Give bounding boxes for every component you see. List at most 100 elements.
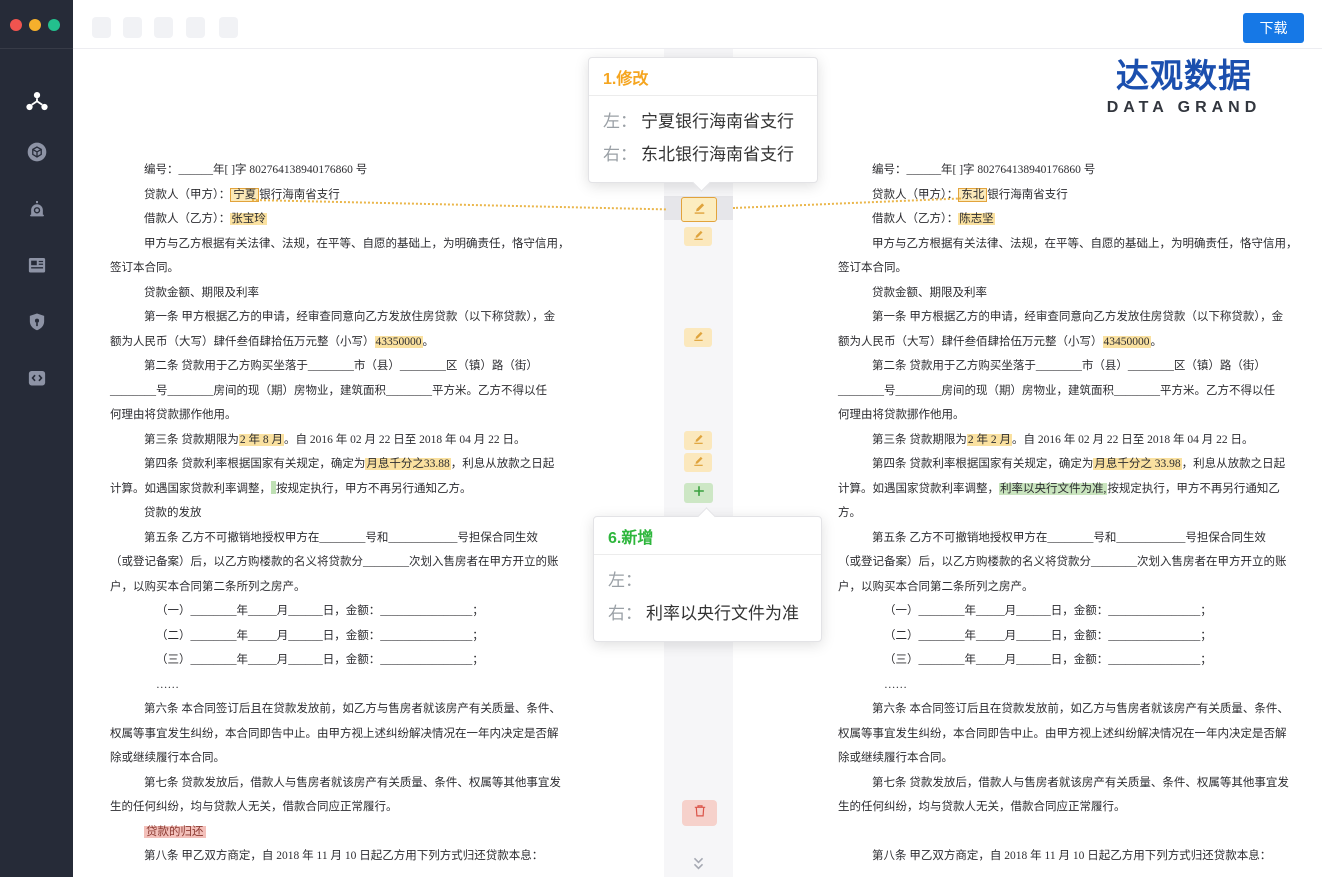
toolbar-placeholder [92, 17, 111, 38]
diff-highlight-delete[interactable]: 贷款的归还 [144, 826, 206, 838]
doc-line: 户，以购买本合同第二条所列之房产。 [838, 575, 1304, 600]
doc-line: 除或继续履行本合同。 [838, 746, 1304, 771]
doc-line: 贷款的发放 [110, 501, 570, 526]
doc-line: 第四条 贷款利率根据国家有关规定，确定为月息千分之33.88，利息从放款之日起 [110, 452, 570, 477]
doc-text: 。 [423, 336, 435, 348]
doc-text: 贷款人（甲方）： [144, 189, 230, 201]
doc-line: 贷款金额、期限及利率 [110, 281, 570, 306]
chevrons-down-icon [690, 858, 707, 875]
doc-line: 权属等事宜发生纠纷，本合同即告中止。由甲方视上述纠纷解决情况在一年内决定是否解 [110, 722, 570, 747]
doc-line: 贷款金额、期限及利率 [838, 281, 1304, 306]
diff-highlight-modify[interactable]: 陈志坚 [958, 213, 995, 225]
graph-network-icon [22, 87, 52, 122]
doc-line: 签订本合同。 [110, 256, 570, 281]
plus-icon [692, 484, 706, 503]
doc-line: 第五条 乙方不可撤销地授权甲方在________号和____________号担… [838, 526, 1304, 551]
tooltip-right-line: 右：东北银行海南省支行 [603, 138, 803, 171]
doc-line: 计算。如遇国家贷款利率调整， 按规定执行，甲方不再另行通知乙方。 [110, 477, 570, 502]
sidebar-item-developer[interactable] [0, 365, 73, 396]
doc-line: ________号________房间的现（期）房物业，建筑面积________… [110, 379, 570, 404]
doc-line: 第八条 甲乙双方商定，自 2018 年 11 月 10 日起乙方用下列方式归还贷… [110, 844, 570, 869]
diff-highlight-modify[interactable]: 2 年 2 月 [967, 434, 1012, 446]
diff-highlight-modify[interactable]: 张宝玲 [230, 213, 267, 225]
doc-line: （三）________年_____月______日，金额：___________… [838, 648, 1304, 673]
doc-line: （二）________年_____月______日，金额：___________… [838, 624, 1304, 649]
sidebar-item-news[interactable] [0, 252, 73, 283]
doc-line: （一）________年_____月______日，金额：___________… [110, 599, 570, 624]
doc-line: 第三条 贷款期限为2 年 2 月。自 2016 年 02 月 22 日至 201… [838, 428, 1304, 453]
doc-line: 编号：______年[ ]字 802764138940176860 号 [110, 158, 570, 183]
doc-text: 计算。如遇国家贷款利率调整， [110, 483, 271, 495]
diff-highlight-modify[interactable]: 43350000 [375, 336, 423, 348]
doc-line-blank [838, 820, 1304, 845]
sidebar [0, 0, 73, 877]
diff-5-modify-button[interactable] [684, 453, 712, 472]
doc-line: 生的任何纠纷，均与贷款人无关，借款合同应正常履行。 [838, 795, 1304, 820]
cube-circle-icon [24, 139, 50, 170]
diff-highlight-modify[interactable]: 月息千分之 33.98 [1093, 458, 1181, 470]
doc-line: 权属等事宜发生纠纷，本合同即告中止。由甲方视上述纠纷解决情况在一年内决定是否解 [838, 722, 1304, 747]
diff-highlight-insert[interactable]: 利率以央行文件为准, [999, 483, 1107, 495]
diff-highlight-modify[interactable]: 2 年 8 月 [239, 434, 284, 446]
diff-2-modify-button[interactable] [684, 227, 712, 246]
doc-text: 额为人民币（大写）肆仟叁佰肆拾伍万元整（小写） [110, 336, 375, 348]
pencil-icon [692, 228, 705, 246]
trash-icon [692, 803, 708, 824]
doc-text: 按规定执行，甲方不再另行通知乙方。 [276, 483, 472, 495]
right-label: 右： [603, 145, 637, 164]
diff-highlight-modify-selected[interactable]: 东北 [958, 188, 987, 202]
sidebar-item-cube-circle[interactable] [0, 139, 73, 170]
diff-tooltip-insert: 6.新增 左： 右：利率以央行文件为准 [593, 516, 822, 642]
toolbar-placeholder [186, 17, 205, 38]
minimize-window-button[interactable] [29, 19, 41, 31]
topbar: 下载 [73, 0, 1322, 49]
doc-text: 按规定执行，甲方不再另行通知乙 [1107, 483, 1280, 495]
download-button[interactable]: 下载 [1243, 13, 1304, 43]
sidebar-item-graph-network[interactable] [0, 87, 73, 122]
diff-tooltip-modify: 1.修改 左：宁夏银行海南省支行 右：东北银行海南省支行 [588, 57, 818, 183]
diff-6-insert-button[interactable] [684, 483, 713, 503]
shield-key-icon [24, 309, 50, 340]
left-document-pane: 编号：______年[ ]字 802764138940176860 号 贷款人（… [110, 158, 570, 869]
doc-line: 第五条 乙方不可撤销地授权甲方在________号和____________号担… [110, 526, 570, 551]
doc-line: 第一条 甲方根据乙方的申请，经审查同意向乙方发放住房贷款（以下称贷款），金 [838, 305, 1304, 330]
doc-line: ________号________房间的现（期）房物业，建筑面积________… [838, 379, 1304, 404]
brand-logo-cn: 达观数据 [1100, 56, 1268, 96]
brand-logo: 达观数据 DATA GRAND [1100, 56, 1268, 117]
right-label: 右： [608, 604, 642, 623]
window-controls [0, 0, 73, 49]
diff-7-delete-button[interactable] [682, 800, 717, 826]
doc-text: 。自 2016 年 02 月 22 日至 2018 年 04 月 22 日。 [284, 434, 526, 446]
doc-text: ，利息从放款之日起 [451, 458, 555, 470]
doc-line: 甲方与乙方根据有关法律、法规，在平等、自愿的基础上，为明确责任，恪守信用， [110, 232, 570, 257]
doc-line: 借款人（乙方）：陈志坚 [838, 207, 1304, 232]
doc-line: （三）________年_____月______日，金额：___________… [110, 648, 570, 673]
toolbar-placeholder [154, 17, 173, 38]
close-window-button[interactable] [10, 19, 22, 31]
diff-highlight-modify[interactable]: 月息千分之33.88 [365, 458, 450, 470]
doc-text: 银行海南省支行 [987, 189, 1068, 201]
pencil-icon [692, 200, 707, 220]
tooltip-title: 1.修改 [589, 58, 817, 96]
doc-text: 。自 2016 年 02 月 22 日至 2018 年 04 月 22 日。 [1012, 434, 1254, 446]
sidebar-item-robot[interactable] [0, 196, 73, 227]
right-value: 东北银行海南省支行 [641, 145, 794, 164]
doc-text: 第三条 贷款期限为 [144, 434, 239, 446]
doc-line: 贷款人（甲方）：东北银行海南省支行 [838, 183, 1304, 208]
doc-text: ，利息从放款之日起 [1182, 458, 1286, 470]
doc-text: 额为人民币（大写）肆仟叁佰肆拾伍万元整（小写） [838, 336, 1103, 348]
scroll-more-button[interactable] [690, 857, 707, 876]
sidebar-item-security[interactable] [0, 309, 73, 340]
doc-line: （或登记备案）后，以乙方购楼款的名义将贷款分________次划入售房者在甲方开… [110, 550, 570, 575]
diff-4-modify-button[interactable] [684, 431, 712, 450]
diff-3-modify-button[interactable] [684, 328, 712, 347]
doc-line: 额为人民币（大写）肆仟叁佰肆拾伍万元整（小写）43450000。 [838, 330, 1304, 355]
doc-line: 第三条 贷款期限为2 年 8 月。自 2016 年 02 月 22 日至 201… [110, 428, 570, 453]
diff-highlight-modify[interactable]: 43450000 [1103, 336, 1151, 348]
zoom-window-button[interactable] [48, 19, 60, 31]
code-badge-icon [24, 365, 50, 396]
doc-line: …… [110, 673, 570, 698]
doc-line: 何理由将贷款挪作他用。 [110, 403, 570, 428]
diff-1-modify-button[interactable] [681, 197, 717, 222]
doc-text: 计算。如遇国家贷款利率调整， [838, 483, 999, 495]
